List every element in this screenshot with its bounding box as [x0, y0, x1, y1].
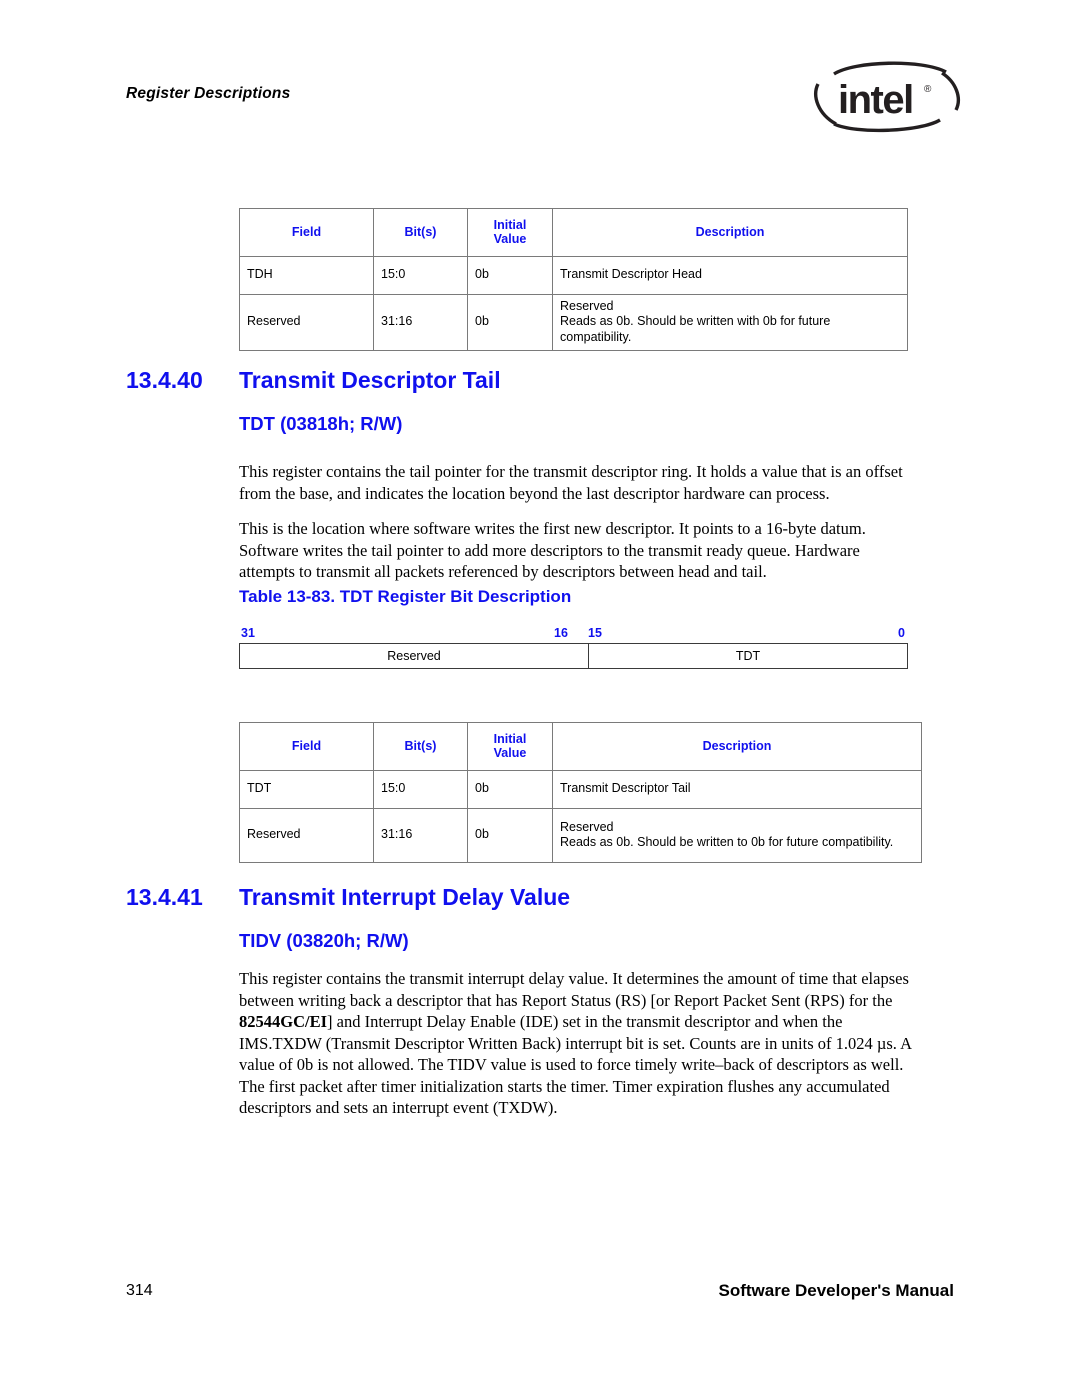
- description-line: Transmit Descriptor Head: [560, 267, 702, 282]
- initial-value-line2: Value: [493, 232, 527, 246]
- column-header-initial-value: Initial Value: [467, 208, 553, 257]
- bit-label-15: 15: [588, 626, 602, 640]
- column-header-field: Field: [239, 722, 374, 771]
- running-header: Register Descriptions: [126, 85, 291, 102]
- cell-bits: 15:0: [373, 770, 468, 809]
- section-subtitle-tidv-register: TIDV (03820h; R/W): [239, 930, 409, 951]
- cell-initial-value: 0b: [467, 808, 553, 863]
- bit-label-31: 31: [241, 626, 255, 640]
- cell-field: Reserved: [239, 808, 374, 863]
- column-header-bits: Bit(s): [373, 208, 468, 257]
- cell-initial-value: 0b: [467, 770, 553, 809]
- bit-field-tdt: TDT: [735, 649, 761, 663]
- cell-description: Transmit Descriptor Head: [552, 256, 908, 295]
- intel-logo: intel ®: [812, 58, 962, 136]
- cell-description: Reserved Reads as 0b. Should be written …: [552, 808, 922, 863]
- table-row: TDH 15:0 0b Transmit Descriptor Head: [239, 256, 908, 295]
- cell-field: TDH: [239, 256, 374, 295]
- description-line: Reserved: [560, 819, 614, 834]
- table-row: Reserved 31:16 0b Reserved Reads as 0b. …: [239, 808, 922, 863]
- description-line: Reads as 0b. Should be written to 0b for…: [560, 835, 894, 849]
- footer-manual-title: Software Developer's Manual: [718, 1281, 954, 1300]
- table-caption-13-83: Table 13-83. TDT Register Bit Descriptio…: [239, 587, 572, 606]
- bit-label-16: 16: [554, 626, 568, 640]
- column-header-description: Description: [552, 722, 922, 771]
- cell-field: Reserved: [239, 294, 374, 351]
- table-header-row: Field Bit(s) Initial Value Description: [239, 722, 922, 771]
- cell-initial-value: 0b: [467, 256, 553, 295]
- tdt-bit-field-diagram: 31 16 15 0 Reserved TDT: [239, 626, 908, 669]
- footer-page-number: 314: [126, 1282, 153, 1299]
- description-line: Transmit Descriptor Tail: [560, 781, 691, 796]
- description-line: Reads as 0b. Should be written with 0b f…: [560, 314, 831, 344]
- initial-value-line1: Initial: [493, 218, 527, 232]
- document-page: Register Descriptions intel ® Field Bit(…: [0, 0, 1080, 1397]
- cell-description: Transmit Descriptor Tail: [552, 770, 922, 809]
- paragraph-tidv: This register contains the transmit inte…: [239, 968, 919, 1119]
- bit-label-0: 0: [898, 626, 905, 640]
- section-number-13-4-41: 13.4.41: [126, 884, 203, 910]
- paragraph-tidv-bold-device: 82544GC/EI: [239, 1012, 328, 1031]
- initial-value-line2: Value: [493, 746, 527, 760]
- column-header-initial-value: Initial Value: [467, 722, 553, 771]
- section-title-transmit-descriptor-tail: Transmit Descriptor Tail: [239, 367, 501, 393]
- cell-bits: 15:0: [373, 256, 468, 295]
- bit-position-labels: 31 16 15 0: [239, 626, 908, 643]
- column-header-description: Description: [552, 208, 908, 257]
- bit-field-box: Reserved TDT: [239, 643, 908, 669]
- tdh-register-bit-table: Field Bit(s) Initial Value Description T…: [239, 208, 908, 351]
- cell-field: TDT: [239, 770, 374, 809]
- svg-text:®: ®: [924, 84, 932, 95]
- tdt-register-bit-table: Field Bit(s) Initial Value Description T…: [239, 722, 922, 863]
- bit-field-reserved: Reserved: [240, 644, 589, 668]
- column-header-bits: Bit(s): [373, 722, 468, 771]
- section-subtitle-tdt-register: TDT (03818h; R/W): [239, 413, 403, 434]
- initial-value-line1: Initial: [493, 732, 527, 746]
- paragraph-tdt-2: This is the location where software writ…: [239, 519, 866, 581]
- cell-bits: 31:16: [373, 294, 468, 351]
- cell-initial-value: 0b: [467, 294, 553, 351]
- table-header-row: Field Bit(s) Initial Value Description: [239, 208, 908, 257]
- paragraph-tdt-1: This register contains the tail pointer …: [239, 462, 903, 503]
- section-number-13-4-40: 13.4.40: [126, 367, 203, 393]
- cell-description: Reserved Reads as 0b. Should be written …: [552, 294, 908, 351]
- paragraph-tidv-part2: ] and Interrupt Delay Enable (IDE) set i…: [239, 1012, 912, 1117]
- table-row: TDT 15:0 0b Transmit Descriptor Tail: [239, 770, 922, 809]
- column-header-field: Field: [239, 208, 374, 257]
- section-title-transmit-interrupt-delay-value: Transmit Interrupt Delay Value: [239, 884, 571, 910]
- paragraph-tidv-part1: This register contains the transmit inte…: [239, 969, 909, 1010]
- table-row: Reserved 31:16 0b Reserved Reads as 0b. …: [239, 294, 908, 351]
- description-line: Reserved: [560, 299, 614, 313]
- cell-bits: 31:16: [373, 808, 468, 863]
- svg-text:intel: intel: [838, 78, 913, 122]
